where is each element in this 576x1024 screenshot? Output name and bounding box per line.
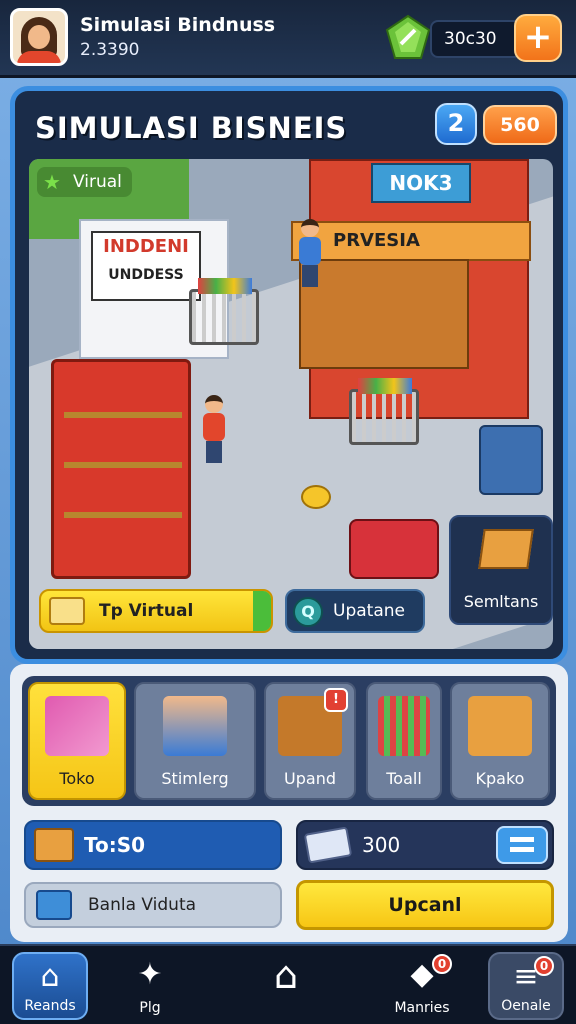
top-virtual-label: Tp Virtual [99,601,194,621]
star-icon: ★ [43,170,61,194]
semitans-card[interactable]: Semltans [449,515,553,625]
money-value: 300 [362,833,401,857]
update-button[interactable]: Q Upatane [285,589,425,633]
business-panel: SIMULASI BISNEIS 2 560 INDDENI UNDDESS N… [10,86,568,664]
gem-icon [385,14,431,59]
shopkeeper[interactable] [297,219,323,289]
cart-object[interactable] [349,378,419,445]
top-bar: Simulasi Bindnuss 2.3390 30c30 + [0,0,576,78]
score-badge[interactable]: 560 [483,105,557,145]
nav-home[interactable]: ⌂ [248,952,324,1020]
avatar[interactable] [10,8,68,66]
notification-badge: 0 [534,956,554,976]
left-store-sign-sub: UNDDESS [108,267,184,283]
people-icon [163,696,227,756]
bank-label: Banla Viduta [88,895,197,915]
cash-icon [303,826,353,864]
cart-object[interactable] [189,278,259,345]
card-upand[interactable]: ! Upand [264,682,356,800]
scene-chip-label: Virual [73,172,122,192]
card-stimlerg[interactable]: Stimlerg [134,682,256,800]
bank-button[interactable]: Banla Viduta [24,882,282,928]
cart-icon [378,696,430,756]
category-tray: Toko Stimlerg ! Upand Toall Kpako [22,676,556,806]
ticket-icon [49,597,85,625]
puzzle-icon: ✦ [137,957,163,992]
action-area: Toko Stimlerg ! Upand Toall Kpako To:S0 … [10,664,568,942]
product-shelf[interactable] [51,359,191,579]
player-coins: 2.3390 [80,40,140,60]
top-virtual-button[interactable]: Tp Virtual [39,589,273,633]
add-currency-button[interactable]: + [514,14,562,62]
money-counter[interactable]: 300 [296,820,554,870]
card-label: Kpako [475,769,525,788]
nav-label: Plg [139,1000,161,1016]
card-label: Toko [59,769,95,788]
customer[interactable] [201,395,227,465]
panel-title: SIMULASI BISNEIS [35,111,348,145]
cash-register[interactable] [479,425,543,495]
level-badge[interactable]: 2 [435,103,477,145]
right-store-awning: PRVESIA [291,221,531,261]
nav-reands[interactable]: ⌂ Reands [12,952,88,1020]
shop-counter [299,259,469,369]
card-kpako[interactable]: Kpako [450,682,550,800]
home-icon: ⌂ [40,959,60,994]
left-store-sign-text: INDDENI [103,236,189,257]
nav-label: Reands [24,998,76,1014]
upgrade-button[interactable]: Upcanl [296,880,554,930]
box-icon [34,828,74,862]
nav-label: Oenale [501,998,551,1014]
gift-icon [45,696,109,756]
nav-plg[interactable]: ✦ Plg [112,952,188,1020]
nav-oenale[interactable]: ≡ 0 Oenale [488,952,564,1020]
card-label: Stimlerg [161,769,229,788]
semitans-label: Semltans [463,592,539,611]
stock-label: To:S0 [84,833,146,857]
stock-counter[interactable]: To:S0 [24,820,282,870]
left-store-sign: INDDENI UNDDESS [91,231,201,301]
notification-badge: 0 [432,954,452,974]
progress-end [253,591,271,631]
card-label: Toall [386,769,422,788]
card-toall[interactable]: Toall [366,682,442,800]
box-icon [478,529,534,569]
nav-label: Manries [394,1000,450,1016]
card-toko[interactable]: Toko [28,682,126,800]
bank-icon [36,890,72,920]
search-icon: Q [293,597,323,627]
nav-manries[interactable]: ◆ 0 Manries [384,952,460,1020]
house-outline-icon: ⌂ [273,953,299,997]
bottom-nav: ⌂ Reands ✦ Plg ⌂ ◆ 0 Manries ≡ 0 Oenale [0,944,576,1024]
right-store-sign: NOK3 [371,163,471,203]
scene-chip: ★ Virual [37,167,132,197]
player-title: Simulasi Bindnuss [80,14,276,36]
game-scene[interactable]: INDDENI UNDDESS NOK3 PRVESIA ★ Virual Se… [29,159,553,649]
alert-badge: ! [324,688,348,712]
coin-icon[interactable] [301,485,331,509]
package-icon [468,696,532,756]
currency-counter: 30c30 [430,20,522,58]
card-label: Upand [284,769,336,788]
update-label: Upatane [333,601,405,621]
delivery-truck[interactable] [349,519,439,579]
list-icon[interactable] [496,826,548,864]
